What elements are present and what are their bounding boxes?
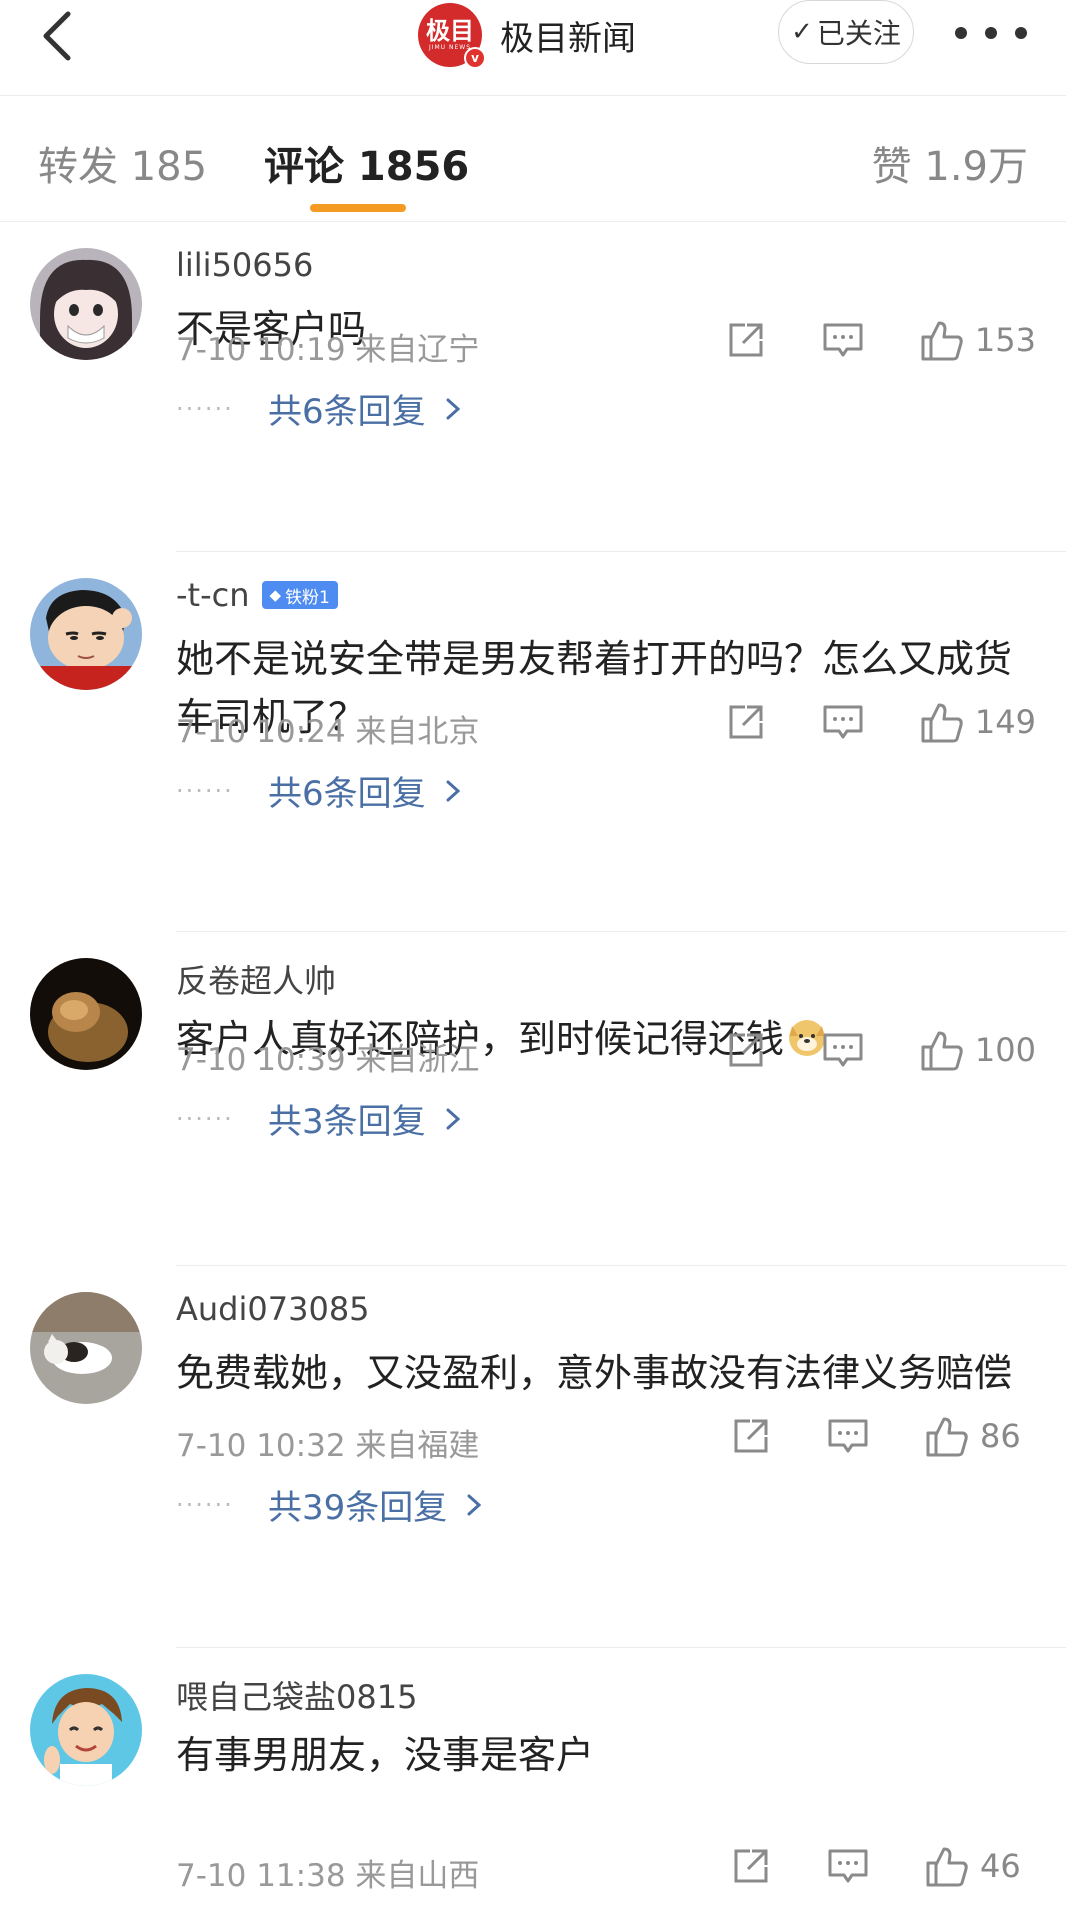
back-icon[interactable]	[30, 6, 90, 66]
thumbs-up-icon	[926, 1847, 968, 1887]
replies-text: 共3条回复	[268, 1102, 426, 1142]
comment-text: 免费载她，又没盈利，意外事故没有法律义务赔偿	[176, 1351, 1013, 1395]
replies-text: 共6条回复	[268, 774, 426, 814]
like-button[interactable]: 46	[924, 1843, 1036, 1889]
avatar[interactable]	[30, 578, 142, 690]
chevron-right-icon	[467, 1494, 482, 1515]
avatar[interactable]	[30, 958, 142, 1070]
account-avatar: 极目 JIMU NEWS v	[418, 3, 486, 69]
top-bar: 极目 JIMU NEWS v 极目新闻 ✓ 已关注	[0, 0, 1066, 96]
diamond-icon: ◆	[269, 586, 282, 604]
comment-icon[interactable]	[826, 1415, 870, 1457]
fan-badge: ◆ 铁粉1	[261, 581, 338, 609]
view-replies[interactable]: ······ 共6条回复	[176, 384, 462, 433]
comment-icon[interactable]	[821, 701, 865, 743]
username-text: Audi073085	[176, 1290, 370, 1328]
comment-actions: 46	[730, 1836, 1036, 1896]
username-text: 反卷超人帅	[176, 962, 337, 1000]
like-count: 46	[980, 1847, 1021, 1885]
comment-username[interactable]: 喂自己袋盐0815	[176, 1672, 417, 1718]
comment-username[interactable]: -t-cn ◆ 铁粉1	[176, 576, 338, 614]
tab-repost[interactable]: 转发 185	[38, 134, 207, 192]
view-replies[interactable]: ······ 共3条回复	[176, 1094, 462, 1143]
thumbs-up-icon	[926, 1417, 968, 1457]
share-icon[interactable]	[725, 319, 767, 361]
avatar[interactable]	[30, 248, 142, 360]
replies-link[interactable]: 共39条回复	[268, 1480, 483, 1529]
comment-item: Audi073085 免费载她，又没盈利，意外事故没有法律义务赔偿 7-10 1…	[0, 1266, 1066, 1648]
tab-likes[interactable]: 赞 1.9万	[872, 134, 1028, 192]
reply-dots: ······	[176, 394, 234, 423]
follow-button[interactable]: ✓ 已关注	[778, 0, 914, 64]
like-count: 149	[974, 703, 1036, 741]
replies-link[interactable]: 共6条回复	[268, 766, 462, 815]
comment-item: lili50656 不是客户吗 7-10 10:19 来自辽宁 153 ····…	[0, 222, 1066, 552]
comment-item: -t-cn ◆ 铁粉1 她不是说安全带是男友帮着打开的吗？怎么又成货车司机了？ 7…	[0, 552, 1066, 932]
avatar[interactable]	[30, 1674, 142, 1786]
username-text: 喂自己袋盐0815	[176, 1678, 418, 1716]
like-count: 100	[974, 1031, 1036, 1069]
chevron-right-icon	[446, 1108, 460, 1129]
thumbs-up-icon	[921, 321, 963, 361]
tab-bar: 转发 185 评论 1856 赞 1.9万	[0, 96, 1066, 222]
avatar[interactable]	[30, 1292, 142, 1404]
replies-link[interactable]: 共3条回复	[268, 1094, 462, 1143]
thumbs-up-icon	[921, 1031, 963, 1071]
comment-actions: 100	[725, 1020, 1036, 1080]
comment-actions: 86	[730, 1406, 1036, 1466]
verified-icon: v	[464, 47, 486, 69]
reply-dots: ······	[176, 1104, 234, 1133]
share-icon[interactable]	[730, 1415, 772, 1457]
comment-username[interactable]: lili50656	[176, 246, 313, 284]
like-button[interactable]: 100	[919, 1027, 1036, 1073]
view-replies[interactable]: ······ 共39条回复	[176, 1480, 483, 1529]
active-tab-indicator	[310, 204, 406, 212]
comment-meta: 7-10 10:39 来自浙江	[176, 1042, 480, 1078]
comment-actions: 149	[725, 692, 1036, 752]
comment-item: 喂自己袋盐0815 有事男朋友，没事是客户 7-10 11:38 来自山西 46	[0, 1648, 1066, 1910]
comment-username[interactable]: Audi073085	[176, 1290, 370, 1328]
replies-link[interactable]: 共6条回复	[268, 384, 462, 433]
share-icon[interactable]	[725, 701, 767, 743]
like-button[interactable]: 149	[919, 699, 1036, 745]
avatar-logo-subtext: JIMU NEWS	[428, 44, 472, 51]
account-header[interactable]: 极目 JIMU NEWS v 极目新闻	[418, 0, 636, 70]
like-button[interactable]: 86	[924, 1413, 1036, 1459]
comment-icon[interactable]	[821, 1029, 865, 1071]
comment-meta: 7-10 11:38 来自山西	[176, 1858, 480, 1894]
username-text: -t-cn	[176, 576, 250, 614]
view-replies[interactable]: ······ 共6条回复	[176, 766, 462, 815]
replies-text: 共39条回复	[268, 1488, 448, 1528]
like-count: 86	[980, 1417, 1021, 1455]
like-button[interactable]: 153	[919, 317, 1036, 363]
share-icon[interactable]	[730, 1845, 772, 1887]
username-text: lili50656	[176, 246, 314, 284]
comment-text: 有事男朋友，没事是客户	[176, 1733, 595, 1777]
comment-username[interactable]: 反卷超人帅	[176, 956, 336, 1002]
more-options-icon[interactable]	[955, 18, 1027, 48]
share-icon[interactable]	[725, 1029, 767, 1071]
follow-label: 已关注	[816, 17, 901, 50]
chevron-right-icon	[446, 780, 460, 801]
thumbs-up-icon	[921, 703, 963, 743]
check-icon: ✓	[791, 17, 813, 47]
comment-meta: 7-10 10:19 来自辽宁	[176, 332, 480, 368]
reply-dots: ······	[176, 1490, 234, 1519]
comment-actions: 153	[725, 310, 1036, 370]
comment-icon[interactable]	[821, 319, 865, 361]
comment-meta: 7-10 10:32 来自福建	[176, 1428, 480, 1464]
comment-icon[interactable]	[826, 1845, 870, 1887]
comment-meta: 7-10 10:24 来自北京	[176, 714, 480, 750]
like-count: 153	[974, 321, 1036, 359]
chevron-right-icon	[446, 398, 460, 419]
tab-comments[interactable]: 评论 1856	[264, 134, 469, 192]
account-name: 极目新闻	[500, 18, 636, 59]
reply-dots: ······	[176, 776, 234, 805]
avatar-logo-text: 极目	[426, 16, 474, 45]
fan-badge-text: 铁粉1	[285, 587, 330, 608]
replies-text: 共6条回复	[268, 392, 426, 432]
comment-item: 反卷超人帅 客户人真好还陪护，到时候记得还钱 7-10 10:39 来自浙江 1…	[0, 932, 1066, 1266]
